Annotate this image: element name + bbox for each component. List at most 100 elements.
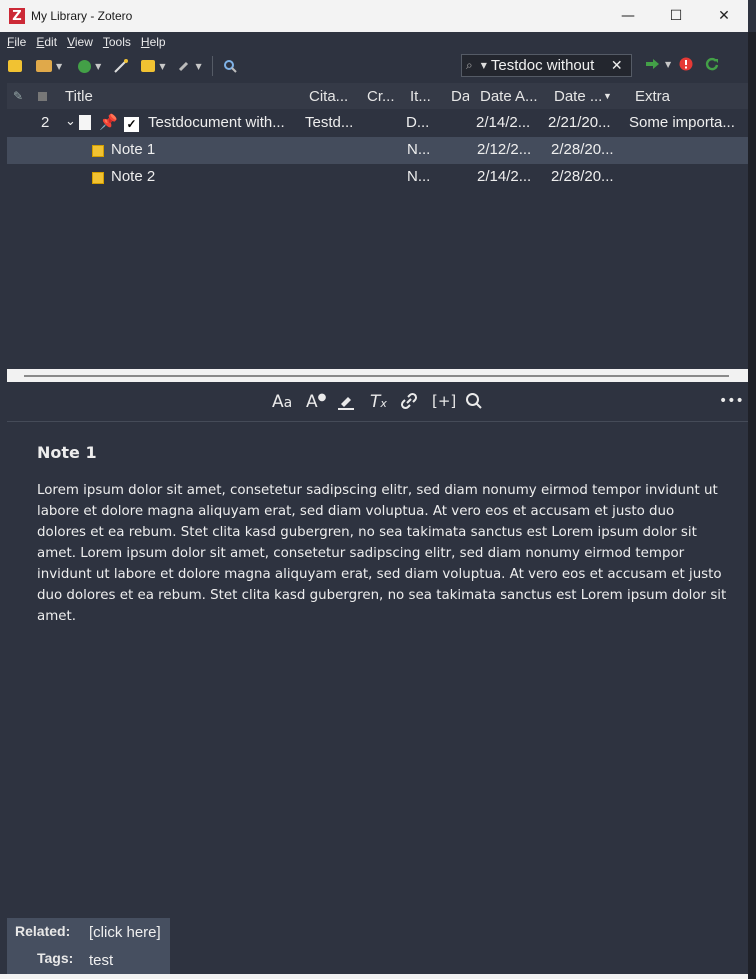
title-bar: Z My Library - Zotero — ☐ ✕ bbox=[0, 0, 748, 32]
menu-view[interactable]: View bbox=[62, 35, 98, 49]
checkbox-icon[interactable]: ✓ bbox=[124, 115, 139, 132]
chevron-down-icon: ▼ bbox=[95, 61, 102, 71]
zotero-logo: Z bbox=[9, 8, 25, 24]
search-field[interactable]: ⌕ ▼ ✕ bbox=[461, 54, 632, 77]
more-options-icon[interactable]: ••• bbox=[719, 393, 744, 409]
chevron-down-icon: ▼ bbox=[159, 61, 166, 71]
table-row[interactable]: Note 1 N... 2/12/2... 2/28/20... bbox=[7, 137, 748, 164]
pin-icon: 📌 bbox=[99, 114, 118, 131]
menu-edit[interactable]: Edit bbox=[31, 35, 62, 49]
text-format-button[interactable]: Aa bbox=[272, 392, 292, 412]
note-title: Note 1 bbox=[111, 141, 156, 158]
new-item-icon bbox=[78, 59, 92, 73]
new-item-button[interactable]: ▼ bbox=[78, 55, 101, 77]
window-bottom-edge bbox=[0, 974, 748, 979]
sort-descending-icon: ▼ bbox=[603, 91, 612, 101]
search-icon: ⌕ bbox=[466, 58, 473, 72]
chevron-down-icon: ▼ bbox=[665, 59, 672, 69]
tag-item[interactable]: test bbox=[89, 952, 113, 969]
close-button[interactable]: ✕ bbox=[700, 0, 748, 32]
note-icon bbox=[92, 171, 104, 188]
column-date[interactable]: Da bbox=[451, 88, 469, 105]
toolbar-separator bbox=[211, 56, 213, 76]
attachment-button[interactable]: ▼ bbox=[177, 55, 202, 77]
magic-wand-icon bbox=[114, 59, 129, 73]
sync-tools: ▼ bbox=[646, 57, 719, 71]
add-by-identifier-button[interactable] bbox=[113, 55, 129, 77]
menu-tools[interactable]: Tools bbox=[98, 35, 136, 49]
column-citation[interactable]: Cita... bbox=[309, 88, 357, 105]
note-icon bbox=[92, 144, 104, 161]
attachment-icon bbox=[179, 61, 189, 72]
row-number: 2 bbox=[41, 114, 50, 131]
new-collection-icon bbox=[8, 60, 22, 72]
item-title: Testdocument with... bbox=[148, 114, 285, 131]
zotero-window: Z My Library - Zotero — ☐ ✕ File Edit Vi… bbox=[0, 0, 756, 979]
note-title: Note 2 bbox=[111, 168, 156, 185]
item-date-modified: 2/28/20... bbox=[551, 141, 614, 158]
search-icon bbox=[466, 393, 482, 409]
column-date-modified[interactable]: Date ... bbox=[554, 88, 604, 105]
link-icon bbox=[400, 392, 418, 410]
search-mode-dropdown-icon[interactable]: ▼ bbox=[481, 61, 487, 70]
highlight-button[interactable] bbox=[337, 392, 355, 415]
related-tags-box: Related: [click here] Tags: test bbox=[7, 918, 170, 974]
item-extra: Some importa... bbox=[629, 114, 735, 131]
item-date-modified: 2/21/20... bbox=[548, 114, 611, 131]
new-library-button[interactable]: ▼ bbox=[36, 55, 62, 77]
item-date-added: 2/14/2... bbox=[476, 114, 531, 131]
item-type: N... bbox=[407, 168, 431, 185]
find-button[interactable] bbox=[465, 392, 483, 415]
note-editor[interactable]: Note 1 Lorem ipsum dolor sit amet, conse… bbox=[37, 443, 727, 627]
highlighter-icon bbox=[338, 397, 354, 410]
background-window-edge bbox=[748, 32, 756, 979]
menu-file[interactable]: File bbox=[2, 35, 31, 49]
menu-help[interactable]: Help bbox=[136, 35, 171, 49]
note-content[interactable]: Lorem ipsum dolor sit amet, consetetur s… bbox=[37, 480, 727, 627]
sync-icon[interactable] bbox=[705, 57, 719, 71]
window-title: My Library - Zotero bbox=[31, 9, 133, 23]
note-heading[interactable]: Note 1 bbox=[37, 443, 727, 462]
table-row[interactable]: Note 2 N... 2/14/2... 2/28/20... bbox=[7, 164, 748, 191]
horizontal-scrollbar[interactable] bbox=[7, 369, 748, 382]
column-title[interactable]: Title bbox=[65, 88, 265, 105]
scrollbar-thumb[interactable] bbox=[24, 375, 729, 377]
new-note-icon bbox=[141, 60, 156, 72]
locate-button[interactable] bbox=[223, 55, 237, 77]
insert-link-button[interactable] bbox=[400, 392, 418, 415]
item-date-added: 2/14/2... bbox=[477, 168, 532, 185]
main-toolbar: ▼ ▼ ▼ ▼ bbox=[0, 52, 748, 80]
item-type: D... bbox=[406, 114, 430, 131]
new-collection-button[interactable] bbox=[8, 55, 22, 77]
document-icon bbox=[79, 115, 91, 134]
clear-formatting-button[interactable]: Tx bbox=[370, 392, 387, 412]
chevron-down-icon[interactable]: ⌄ bbox=[65, 113, 76, 129]
text-color-button[interactable]: A● bbox=[306, 392, 326, 412]
sync-forward-icon[interactable] bbox=[646, 58, 660, 70]
search-input[interactable] bbox=[490, 57, 609, 74]
item-type: N... bbox=[407, 141, 431, 158]
note-column-icon[interactable] bbox=[38, 88, 47, 105]
column-creator[interactable]: Cr... bbox=[367, 88, 401, 105]
column-item-type[interactable]: It... bbox=[410, 88, 442, 105]
item-date-added: 2/12/2... bbox=[477, 141, 532, 158]
insert-citation-button[interactable]: [+] bbox=[432, 392, 456, 410]
maximize-button[interactable]: ☐ bbox=[652, 0, 700, 32]
table-row[interactable]: 2 ⌄ 📌 ✓ Testdocument with... Testd... D.… bbox=[7, 110, 748, 137]
error-icon[interactable] bbox=[679, 57, 693, 71]
related-label: Related: bbox=[15, 923, 71, 939]
locate-icon bbox=[223, 60, 237, 73]
chevron-down-icon: ▼ bbox=[195, 61, 202, 71]
chevron-down-icon: ▼ bbox=[56, 61, 63, 71]
item-date-modified: 2/28/20... bbox=[551, 168, 614, 185]
related-link[interactable]: [click here] bbox=[89, 924, 161, 941]
clear-search-icon[interactable]: ✕ bbox=[611, 58, 623, 74]
minimize-button[interactable]: — bbox=[604, 0, 652, 32]
new-note-button[interactable]: ▼ bbox=[141, 55, 165, 77]
tags-label: Tags: bbox=[37, 950, 74, 966]
items-table-header: ✎ Title Cita... Cr... It... Da Date A...… bbox=[7, 83, 748, 109]
column-date-added[interactable]: Date A... bbox=[480, 88, 544, 105]
attachment-column-icon[interactable]: ✎ bbox=[13, 89, 23, 103]
menu-bar: File Edit View Tools Help bbox=[0, 32, 748, 52]
column-extra[interactable]: Extra bbox=[635, 88, 735, 105]
